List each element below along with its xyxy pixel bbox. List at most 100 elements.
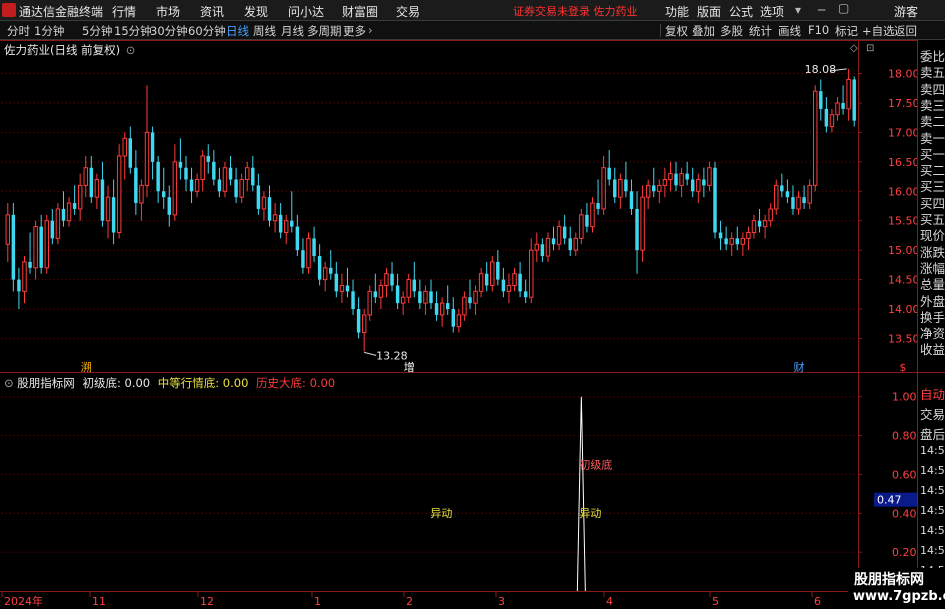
candle bbox=[55, 203, 61, 245]
candle-body bbox=[412, 279, 417, 292]
menu-trade[interactable]: 交易 bbox=[396, 3, 420, 20]
candle-body bbox=[456, 314, 462, 328]
more-chevron-icon[interactable]: › bbox=[368, 23, 373, 37]
period-30min[interactable]: 30分钟 bbox=[150, 23, 188, 39]
watermark-line1: 股朋指标网 bbox=[854, 572, 924, 588]
price-tick-label: 17.00 bbox=[888, 126, 917, 139]
candle-body bbox=[724, 238, 728, 245]
indicator-tick-label: 0.60 bbox=[892, 468, 917, 481]
candle-body bbox=[774, 184, 779, 210]
indicator-settings-icon[interactable]: ⊙ bbox=[4, 376, 14, 390]
btn-overlay[interactable]: 叠加 bbox=[692, 23, 715, 39]
indicator-chart[interactable]: 1.000.800.600.400.200.47异动初级底异动2024年 11 12… bbox=[0, 373, 917, 609]
candle-body bbox=[523, 291, 528, 298]
quote-side-panel: 委比 卖五 卖四 卖三 卖二 卖一 买一 买二 买三 买四 买五 现价 涨跌 涨幅 总量 外盘 换手 净资 收益 自动… bbox=[917, 40, 945, 609]
price-tick-label: 16.00 bbox=[888, 185, 917, 198]
period-more[interactable]: 更多 bbox=[343, 23, 366, 39]
candle-body bbox=[846, 78, 851, 110]
candle-body bbox=[551, 238, 556, 245]
candle bbox=[306, 232, 311, 274]
zoom-icon[interactable]: ⊡ bbox=[866, 43, 874, 54]
candle bbox=[33, 220, 38, 280]
candle bbox=[150, 126, 155, 180]
btn-back[interactable]: 返回 bbox=[894, 23, 917, 39]
candle-body bbox=[545, 237, 551, 257]
minimize-icon[interactable]: ─ bbox=[818, 3, 825, 17]
candle-body bbox=[629, 191, 634, 209]
price-tick-label: 18.00 bbox=[888, 68, 917, 81]
trade-tab[interactable]: 交易 bbox=[920, 404, 945, 423]
candle-body bbox=[757, 220, 762, 227]
candle bbox=[61, 191, 66, 227]
candle-body bbox=[234, 179, 238, 198]
period-monthly[interactable]: 月线 bbox=[281, 23, 304, 39]
app-logo-icon bbox=[2, 3, 16, 17]
candle-body bbox=[657, 184, 662, 192]
btn-stats[interactable]: 统计 bbox=[749, 23, 772, 39]
candle-body bbox=[334, 273, 339, 292]
period-multi[interactable]: 多周期 bbox=[307, 23, 342, 39]
candle-body bbox=[518, 273, 522, 292]
period-5min[interactable]: 5分钟 bbox=[82, 23, 112, 39]
candle bbox=[740, 232, 746, 257]
candle-body bbox=[312, 238, 316, 257]
kline-chart[interactable]: 18.00 17.50 17.00 16.50 16.00 15.50 15.00 14.50… bbox=[0, 40, 917, 373]
menu-layout[interactable]: 版面 bbox=[697, 3, 721, 20]
btn-f10[interactable]: F10 bbox=[808, 23, 829, 37]
menu-wealth-circle[interactable]: 财富圈 bbox=[342, 3, 378, 20]
candle-body bbox=[290, 220, 294, 227]
period-tick[interactable]: 分时 bbox=[7, 23, 30, 39]
candle-body bbox=[189, 179, 194, 192]
candle-body bbox=[556, 226, 562, 245]
candle-body bbox=[841, 102, 845, 109]
period-1min[interactable]: 1分钟 bbox=[34, 23, 64, 39]
candle-body bbox=[361, 314, 367, 334]
candle-body bbox=[434, 303, 439, 315]
candle-body bbox=[813, 90, 818, 186]
candle-body bbox=[245, 167, 250, 181]
candle-body bbox=[762, 220, 768, 228]
candle bbox=[189, 167, 194, 204]
candle bbox=[652, 167, 656, 198]
candle bbox=[774, 179, 779, 215]
candle-body bbox=[439, 302, 445, 316]
candle-body bbox=[194, 179, 200, 192]
btn-adjust[interactable]: 复权 bbox=[665, 23, 688, 39]
btn-add-watchlist[interactable]: +自选 bbox=[862, 23, 895, 39]
btn-draw[interactable]: 画线 bbox=[778, 23, 801, 39]
candle bbox=[28, 232, 32, 274]
menu-options[interactable]: 选项 bbox=[760, 3, 784, 20]
period-daily[interactable]: 日线 bbox=[226, 23, 249, 39]
candle-body bbox=[807, 184, 812, 204]
menu-formula[interactable]: 公式 bbox=[729, 3, 753, 20]
menu-ask[interactable]: 问小达 bbox=[288, 3, 324, 20]
period-15min[interactable]: 15分钟 bbox=[114, 23, 152, 39]
candle bbox=[579, 208, 584, 245]
candle-body bbox=[150, 132, 155, 162]
menu-arrow-icon[interactable]: ▾ bbox=[795, 3, 801, 17]
period-weekly[interactable]: 周线 bbox=[253, 23, 276, 39]
user-guest[interactable]: 游客 bbox=[894, 3, 918, 20]
candle-body bbox=[339, 284, 345, 292]
menu-market-quotes[interactable]: 行情 bbox=[112, 3, 136, 20]
diamond-icon[interactable]: ◇ bbox=[850, 43, 858, 54]
menu-function[interactable]: 功能 bbox=[665, 3, 689, 20]
period-60min[interactable]: 60分钟 bbox=[188, 23, 226, 39]
menu-market[interactable]: 市场 bbox=[156, 3, 180, 20]
indicator-line2: 中等行情底: 0.00 bbox=[157, 376, 249, 390]
btn-multi-stock[interactable]: 多股 bbox=[720, 23, 743, 39]
candle bbox=[11, 203, 16, 292]
menu-news[interactable]: 资讯 bbox=[200, 3, 224, 20]
chart-settings-icon[interactable]: ⊙ bbox=[126, 43, 136, 57]
window-controls-icon[interactable]: ▢ bbox=[838, 1, 849, 15]
candle-body bbox=[496, 261, 500, 280]
candle bbox=[400, 291, 406, 315]
trade-tab[interactable]: 盘后 bbox=[920, 424, 945, 443]
date-tick-label: 1 bbox=[314, 595, 321, 608]
menu-discover[interactable]: 发现 bbox=[244, 3, 268, 20]
candle-body bbox=[322, 267, 328, 281]
btn-mark[interactable]: 标记 bbox=[835, 23, 858, 39]
trade-tab[interactable]: 自动 bbox=[920, 384, 945, 403]
candle bbox=[245, 161, 250, 192]
candle-body bbox=[256, 185, 261, 209]
